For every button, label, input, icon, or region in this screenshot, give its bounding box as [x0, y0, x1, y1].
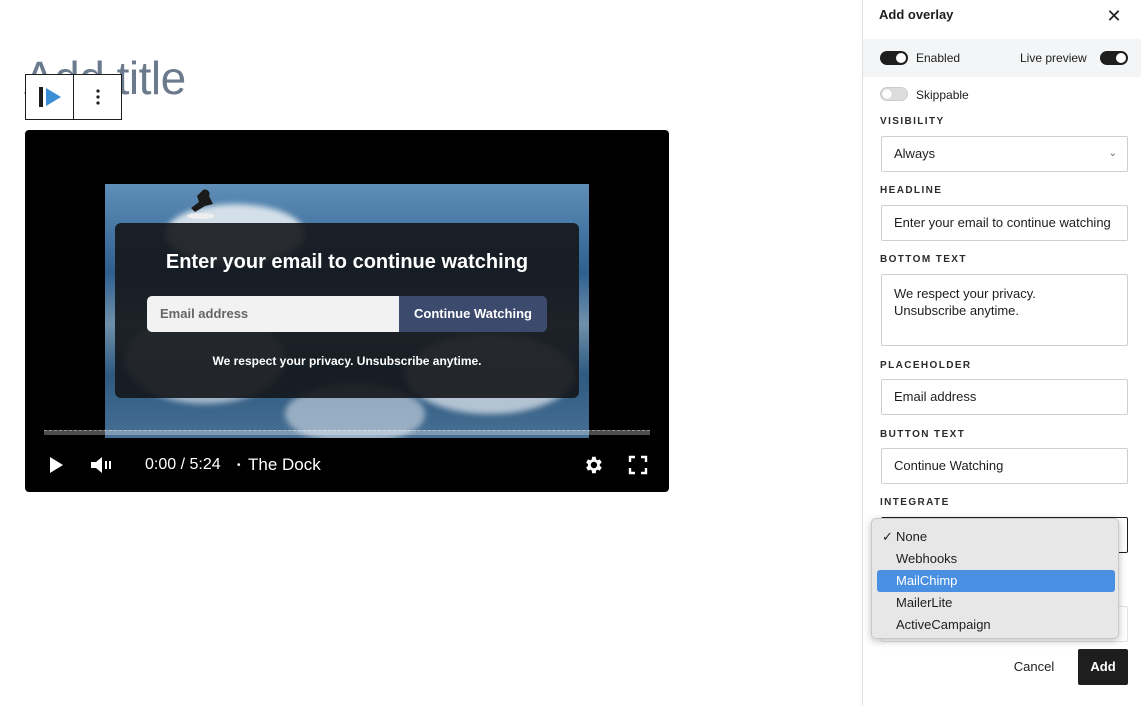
- visibility-value: Always: [894, 146, 936, 161]
- player-controls: 0:00 / 5:24 • The Dock: [25, 448, 669, 482]
- overlay-headline: Enter your email to continue watching: [165, 251, 529, 273]
- integrate-option-webhooks[interactable]: Webhooks: [877, 548, 1115, 570]
- skippable-toggle[interactable]: [880, 87, 908, 101]
- overlay-continue-button[interactable]: Continue Watching: [399, 296, 547, 332]
- cancel-button[interactable]: Cancel: [1004, 655, 1064, 679]
- email-overlay: Enter your email to continue watching Em…: [115, 223, 579, 398]
- add-button[interactable]: Add: [1078, 649, 1128, 685]
- headline-label: HEADLINE: [880, 185, 943, 196]
- close-button[interactable]: ✕: [1103, 6, 1125, 26]
- progress-bar[interactable]: [44, 430, 650, 435]
- volume-muted-icon: [91, 457, 111, 473]
- button-text-input[interactable]: Continue Watching: [881, 448, 1128, 484]
- fullscreen-icon: [628, 455, 648, 475]
- bottom-text-line-2: Unsubscribe anytime.: [894, 303, 1019, 318]
- placeholder-input[interactable]: Email address: [881, 379, 1128, 415]
- play-button[interactable]: [47, 448, 65, 482]
- integrate-dropdown-menu: ✓ None Webhooks MailChimp MailerLite Act…: [871, 518, 1119, 639]
- chevron-down-icon: ⌄: [1108, 148, 1117, 159]
- close-icon: ✕: [1106, 6, 1122, 26]
- visibility-label: VISIBILITY: [880, 116, 945, 127]
- button-text-label: BUTTON TEXT: [880, 429, 966, 440]
- visibility-select[interactable]: Always ⌄: [881, 136, 1128, 172]
- play-icon: [50, 457, 63, 473]
- video-player: Enter your email to continue watching Em…: [25, 130, 669, 492]
- enabled-label: Enabled: [916, 51, 961, 65]
- settings-button[interactable]: [582, 448, 604, 482]
- placeholder-label: PLACEHOLDER: [880, 360, 972, 371]
- live-preview-toggle[interactable]: [1100, 51, 1128, 65]
- skippable-label: Skippable: [916, 88, 969, 102]
- surfer-silhouette-icon: [187, 189, 215, 219]
- bottom-text-line-1: We respect your privacy.: [894, 286, 1036, 301]
- integrate-option-mailerlite[interactable]: MailerLite: [877, 592, 1115, 614]
- integrate-option-mailchimp[interactable]: MailChimp: [877, 570, 1115, 592]
- overlay-email-input[interactable]: Email address: [147, 296, 399, 332]
- bottom-text-label: BOTTOM TEXT: [880, 254, 967, 265]
- checkmark-icon: ✓: [882, 529, 893, 544]
- gear-icon: [586, 456, 602, 474]
- block-toolbar: [25, 74, 122, 120]
- time-display: 0:00 / 5:24: [145, 456, 221, 473]
- video-title: The Dock: [248, 455, 321, 474]
- panel-header: Add overlay ✕: [863, 0, 1141, 38]
- headline-input[interactable]: Enter your email to continue watching: [881, 205, 1128, 241]
- bottom-text-textarea[interactable]: We respect your privacy. Unsubscribe any…: [881, 274, 1128, 346]
- integrate-option-none[interactable]: ✓ None: [877, 526, 1115, 548]
- vertical-dots-icon: [95, 89, 100, 105]
- video-overlay-block-icon: [38, 87, 61, 107]
- fullscreen-button[interactable]: [628, 448, 648, 482]
- editor-canvas: Add title Enter your email to co: [0, 0, 862, 705]
- overlay-bottom-text: We respect your privacy. Unsubscribe any…: [212, 354, 482, 368]
- block-type-button[interactable]: [26, 75, 73, 119]
- enabled-toggle[interactable]: [880, 51, 908, 65]
- enabled-row: Enabled Live preview: [863, 39, 1141, 77]
- live-preview-label: Live preview: [1020, 51, 1087, 65]
- title-separator: •: [237, 459, 241, 471]
- more-options-button[interactable]: [73, 75, 121, 119]
- integrate-option-activecampaign[interactable]: ActiveCampaign: [877, 614, 1115, 636]
- mute-button[interactable]: [90, 448, 114, 482]
- panel-title: Add overlay: [879, 7, 954, 22]
- integrate-label: INTEGRATE: [880, 497, 950, 508]
